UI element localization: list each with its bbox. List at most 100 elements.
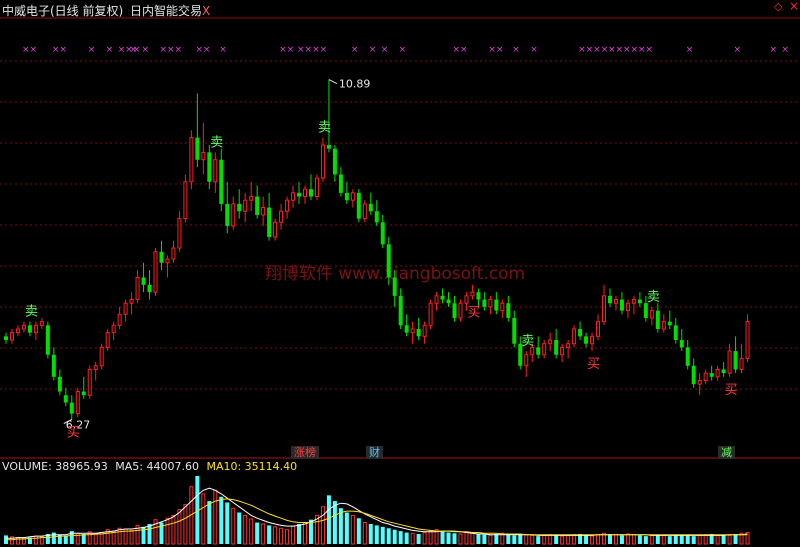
volume-bar (213, 489, 218, 545)
candle-body (494, 299, 499, 311)
volume-bar (356, 518, 361, 544)
volume-bar (255, 522, 260, 544)
volume-bar (596, 534, 601, 545)
volume-bar (326, 495, 331, 544)
volume-bar (368, 523, 373, 544)
volume-bar (261, 523, 266, 545)
candle-body (416, 328, 421, 337)
sell-signal: 卖 (25, 305, 38, 320)
volume-bar (566, 534, 571, 545)
volume-bar (440, 531, 445, 544)
candle-body (326, 145, 331, 149)
signal-marker: × (142, 45, 150, 55)
signal-marker: × (530, 45, 538, 55)
volume-bar (171, 514, 176, 545)
volume-bar (386, 528, 391, 544)
signal-marker: ×× (638, 45, 653, 55)
candle-body (643, 303, 648, 318)
volume-bar (506, 534, 511, 544)
candle-body (548, 339, 553, 345)
volume-bar (524, 534, 529, 545)
signal-marker: × (130, 45, 138, 55)
signal-marker: × (369, 45, 377, 55)
candle-body (685, 347, 690, 366)
candle-body (9, 332, 14, 341)
candle-body (649, 310, 654, 319)
signal-marker: × (769, 45, 777, 55)
candle-body (560, 346, 565, 356)
candle-body (344, 192, 349, 201)
candle-body (697, 379, 702, 385)
candle-body (213, 159, 218, 183)
volume-bar (721, 534, 726, 544)
sell-signal: 卖 (210, 135, 223, 150)
candle-body (249, 196, 254, 201)
candle-body (75, 391, 80, 415)
candle-body (727, 350, 732, 374)
candle-body (177, 218, 182, 249)
volume-bar (715, 534, 720, 545)
candle-body (392, 277, 397, 296)
candle-body (15, 328, 20, 334)
buy-signal: 买 (587, 357, 600, 372)
volume-bar (703, 534, 708, 545)
volume-bar (362, 522, 367, 545)
volume-bar (590, 535, 595, 545)
candle-body (607, 295, 612, 304)
volume-bar (285, 529, 290, 545)
signal-marker: × (351, 45, 359, 55)
volume-bar (625, 533, 630, 545)
volume-bar (303, 522, 307, 545)
candle-body (105, 332, 110, 348)
volume-bar (374, 525, 379, 544)
candle-body (655, 310, 660, 329)
volume-bar (631, 534, 636, 545)
candle-body (303, 188, 307, 198)
candle-body (237, 203, 242, 212)
candle-body (440, 295, 445, 300)
candle-body (578, 328, 583, 337)
candle-body (129, 299, 134, 304)
sell-signal: 卖 (647, 290, 660, 305)
candle-body (207, 152, 212, 182)
candle-body (554, 340, 559, 355)
buy-signal: 买 (67, 425, 80, 440)
volume-bar (237, 512, 242, 544)
volume-bar (661, 534, 666, 545)
candle-body (572, 328, 577, 345)
candle-body (267, 207, 272, 237)
candle-body (524, 354, 529, 367)
candle-body (715, 368, 720, 378)
volume-bar (380, 526, 385, 544)
volume-bar (655, 534, 660, 544)
candle-body (733, 351, 738, 370)
buy-signal: 买 (467, 306, 480, 321)
signal-marker: ×× (22, 45, 37, 55)
volume-bar (560, 535, 565, 545)
candle-body (470, 291, 475, 297)
candle-body (153, 251, 158, 293)
volume-info: VOLUME: 38965.93 MA5: 44007.60 MA10: 351… (2, 460, 297, 473)
candle-body (308, 189, 313, 197)
candle-body (273, 221, 278, 238)
candle-body (512, 317, 517, 344)
candle-body (33, 324, 38, 334)
volume-bar (619, 535, 624, 544)
event-tag-finance[interactable]: 财 (366, 446, 383, 459)
signal-marker: ×× (195, 45, 210, 55)
signal-marker: ×× (453, 45, 468, 55)
candle-body (602, 295, 606, 323)
signal-marker: ×× (488, 45, 503, 55)
event-tag-reduce[interactable]: 减 (718, 446, 735, 459)
candle-body (398, 295, 403, 326)
candle-body (410, 328, 415, 334)
volume-bar (416, 533, 421, 544)
volume-bar (518, 533, 523, 544)
candle-body (141, 277, 146, 285)
candle-body (338, 174, 343, 193)
candle-body (201, 151, 206, 161)
event-tag-rank[interactable]: 涨榜 (291, 446, 319, 459)
candle-body (661, 321, 666, 330)
candle-body (159, 251, 164, 263)
candle-body (314, 177, 319, 198)
